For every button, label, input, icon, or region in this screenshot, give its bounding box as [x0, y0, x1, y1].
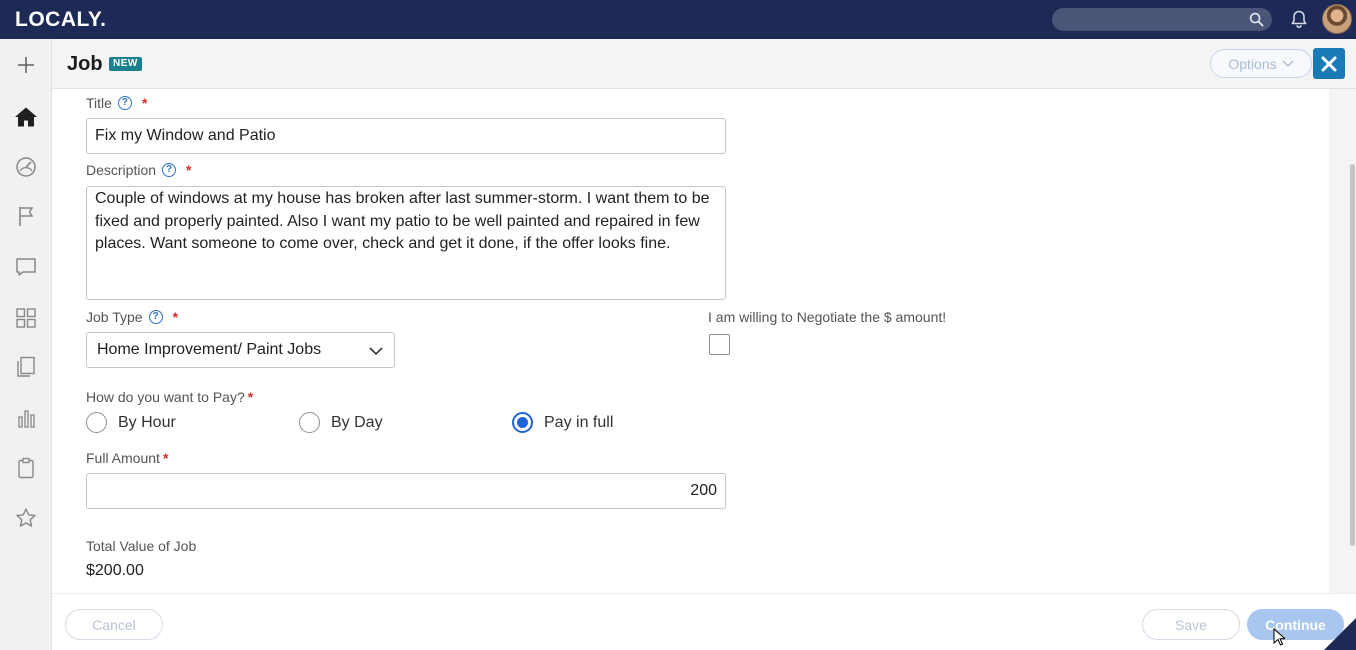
job-form: Title ? * Fix my Window and Patio Descri… — [52, 89, 1329, 593]
close-button[interactable] — [1313, 48, 1345, 79]
job-type-label-row: Job Type ? * — [86, 309, 178, 325]
negotiate-label: I am willing to Negotiate the $ amount! — [708, 309, 947, 325]
help-icon[interactable]: ? — [148, 310, 163, 324]
full-amount-input[interactable]: 200 — [86, 473, 726, 509]
description-textarea[interactable]: Couple of windows at my house has broken… — [86, 186, 726, 300]
chevron-down-icon — [369, 347, 383, 356]
close-icon — [1321, 56, 1337, 71]
top-navigation-bar: LOCALY. — [0, 0, 1356, 39]
radio-button[interactable] — [299, 412, 320, 433]
total-value-label: Total Value of Job — [86, 538, 197, 554]
scrollbar-thumb[interactable] — [1350, 164, 1355, 546]
required-asterisk: * — [186, 162, 192, 178]
radio-by-hour[interactable]: By Hour — [86, 412, 176, 433]
amount-label: Full Amount — [86, 450, 160, 466]
chevron-down-icon — [1282, 60, 1294, 67]
radio-by-day[interactable]: By Day — [299, 412, 383, 433]
amount-label-row: Full Amount * — [86, 450, 168, 466]
clipboard-icon[interactable] — [14, 456, 38, 480]
message-icon[interactable] — [14, 255, 38, 279]
description-label-row: Description ? * — [86, 162, 191, 178]
title-input[interactable]: Fix my Window and Patio — [86, 118, 726, 154]
new-badge: NEW — [109, 57, 142, 71]
radio-button-selected[interactable] — [512, 412, 533, 433]
mouse-cursor-icon — [1273, 628, 1285, 646]
description-label: Description — [86, 162, 157, 178]
page-title: Job — [67, 53, 103, 75]
radio-label: Pay in full — [544, 413, 614, 431]
plus-icon[interactable] — [14, 53, 38, 77]
user-avatar[interactable] — [1322, 4, 1352, 34]
required-asterisk: * — [141, 95, 148, 111]
required-asterisk: * — [247, 389, 254, 405]
app-logo[interactable]: LOCALY. — [15, 8, 106, 32]
documents-icon[interactable] — [14, 355, 38, 379]
bar-chart-icon[interactable] — [14, 406, 38, 430]
job-type-label: Job Type — [86, 309, 143, 325]
left-sidebar — [0, 39, 52, 650]
search-icon[interactable] — [1249, 12, 1264, 27]
vertical-scrollbar[interactable] — [1348, 89, 1356, 593]
radio-pay-in-full[interactable]: Pay in full — [512, 412, 613, 433]
cancel-button[interactable]: Cancel — [65, 609, 163, 640]
help-icon[interactable]: ? — [162, 163, 177, 177]
job-type-select[interactable]: Home Improvement/ Paint Jobs — [86, 332, 395, 368]
settings-corner-tab[interactable] — [1324, 618, 1356, 650]
pay-label-row: How do you want to Pay? * — [86, 389, 253, 405]
options-button[interactable]: Options — [1210, 49, 1312, 78]
grid-icon[interactable] — [14, 306, 38, 330]
required-asterisk: * — [172, 309, 179, 325]
page-header: Job NEW Options — [52, 39, 1356, 89]
home-icon[interactable] — [14, 105, 38, 129]
dashboard-icon[interactable] — [14, 155, 38, 179]
negotiate-checkbox[interactable] — [709, 334, 730, 355]
flag-icon[interactable] — [14, 204, 38, 228]
title-label: Title — [86, 95, 112, 111]
search-input[interactable] — [1052, 8, 1272, 31]
star-icon[interactable] — [14, 506, 38, 530]
save-button[interactable]: Save — [1142, 609, 1240, 640]
options-label: Options — [1228, 55, 1277, 72]
radio-label: By Day — [331, 413, 383, 431]
radio-label: By Hour — [118, 413, 176, 431]
pay-label: How do you want to Pay? — [86, 389, 245, 405]
job-type-value: Home Improvement/ Paint Jobs — [97, 341, 322, 358]
total-value: $200.00 — [86, 562, 144, 579]
form-footer: Cancel Save Continue — [52, 593, 1356, 650]
help-icon[interactable]: ? — [117, 96, 132, 110]
title-label-row: Title ? * — [86, 95, 147, 111]
radio-button[interactable] — [86, 412, 107, 433]
required-asterisk: * — [162, 450, 169, 466]
notifications-bell-icon[interactable] — [1289, 9, 1309, 29]
